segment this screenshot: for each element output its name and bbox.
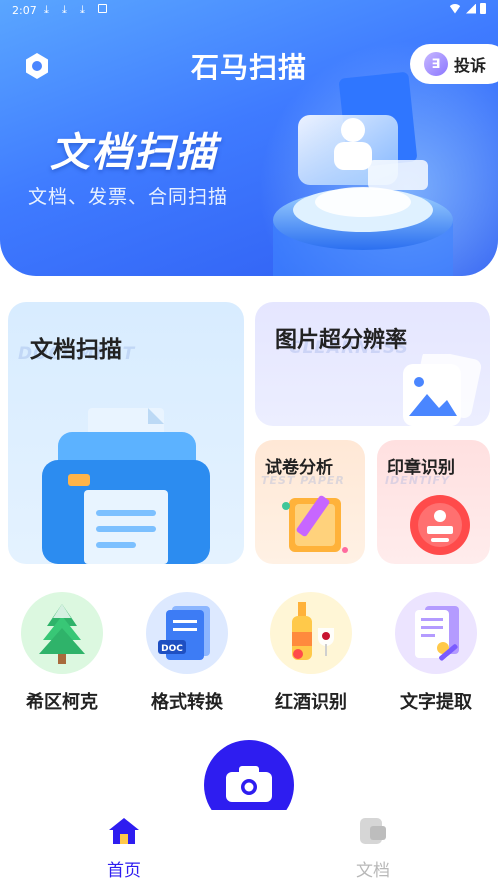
doc-convert-icon: DOC — [146, 592, 228, 674]
tool-text-extract[interactable]: 文字提取 — [386, 592, 486, 714]
download-icon: ⤓ — [80, 3, 85, 16]
card-document-scan[interactable]: DOCUMENT 文档扫描 — [8, 302, 244, 564]
wifi-icon — [448, 3, 462, 14]
status-right — [448, 3, 486, 14]
tool-label: 文字提取 — [400, 692, 472, 713]
card-image-super-resolution[interactable]: CLEARNESS 图片超分辨率 — [255, 302, 490, 426]
bottom-nav — [0, 810, 498, 887]
nav-home[interactable]: 首页 — [84, 816, 164, 881]
seal-icon — [410, 495, 470, 555]
nav-home-label: 首页 — [107, 861, 141, 881]
scanner-podium-illustration — [273, 72, 453, 276]
tool-label: 希区柯克 — [26, 692, 98, 713]
nav-documents[interactable]: 文档 — [333, 816, 413, 881]
camera-icon — [226, 766, 272, 802]
image-icon — [403, 354, 482, 426]
tree-icon — [21, 592, 103, 674]
card-title: 试卷分析 — [265, 458, 333, 478]
status-time: 2:07 — [12, 4, 37, 17]
nav-documents-label: 文档 — [356, 861, 390, 881]
wine-icon — [270, 592, 352, 674]
card-seal-recognition[interactable]: IDENTIFY 印章识别 — [377, 440, 490, 564]
hero-title: 文档扫描 — [50, 130, 218, 176]
status-bar: 2:07 ⤓ ⤓ ⤓ — [0, 0, 498, 22]
printer-icon — [42, 408, 210, 564]
card-exam-analysis[interactable]: TEST PAPER 试卷分析 — [255, 440, 365, 564]
hero-banner: 2:07 ⤓ ⤓ ⤓ 石马扫描 ∃ 投诉 文档扫描 文档、发票、合同扫描 — [0, 0, 498, 276]
svg-text:DOC: DOC — [161, 644, 183, 654]
tool-wine-recognition[interactable]: 红酒识别 — [261, 592, 361, 714]
tool-format-convert[interactable]: DOC 格式转换 — [137, 592, 237, 714]
download-icon: ⤓ — [44, 3, 49, 16]
tool-label: 红酒识别 — [275, 692, 347, 713]
text-extract-icon — [395, 592, 477, 674]
card-title: 图片超分辨率 — [275, 328, 408, 353]
home-icon — [109, 818, 139, 844]
photo-icon — [98, 4, 107, 13]
complain-label: 投诉 — [454, 56, 487, 75]
card-title: 文档扫描 — [30, 337, 122, 363]
document-icon — [360, 818, 386, 844]
app-screen: 2:07 ⤓ ⤓ ⤓ 石马扫描 ∃ 投诉 文档扫描 文档、发票、合同扫描 DOC… — [0, 0, 498, 887]
signal-icon — [466, 3, 476, 14]
battery-icon — [480, 3, 486, 14]
card-title: 印章识别 — [387, 458, 455, 478]
exam-paper-icon — [282, 495, 348, 553]
tool-label: 格式转换 — [151, 692, 223, 713]
download-icon: ⤓ — [62, 3, 67, 16]
tool-hitchcock[interactable]: 希区柯克 — [12, 592, 112, 714]
hero-subtitle: 文档、发票、合同扫描 — [28, 186, 229, 208]
